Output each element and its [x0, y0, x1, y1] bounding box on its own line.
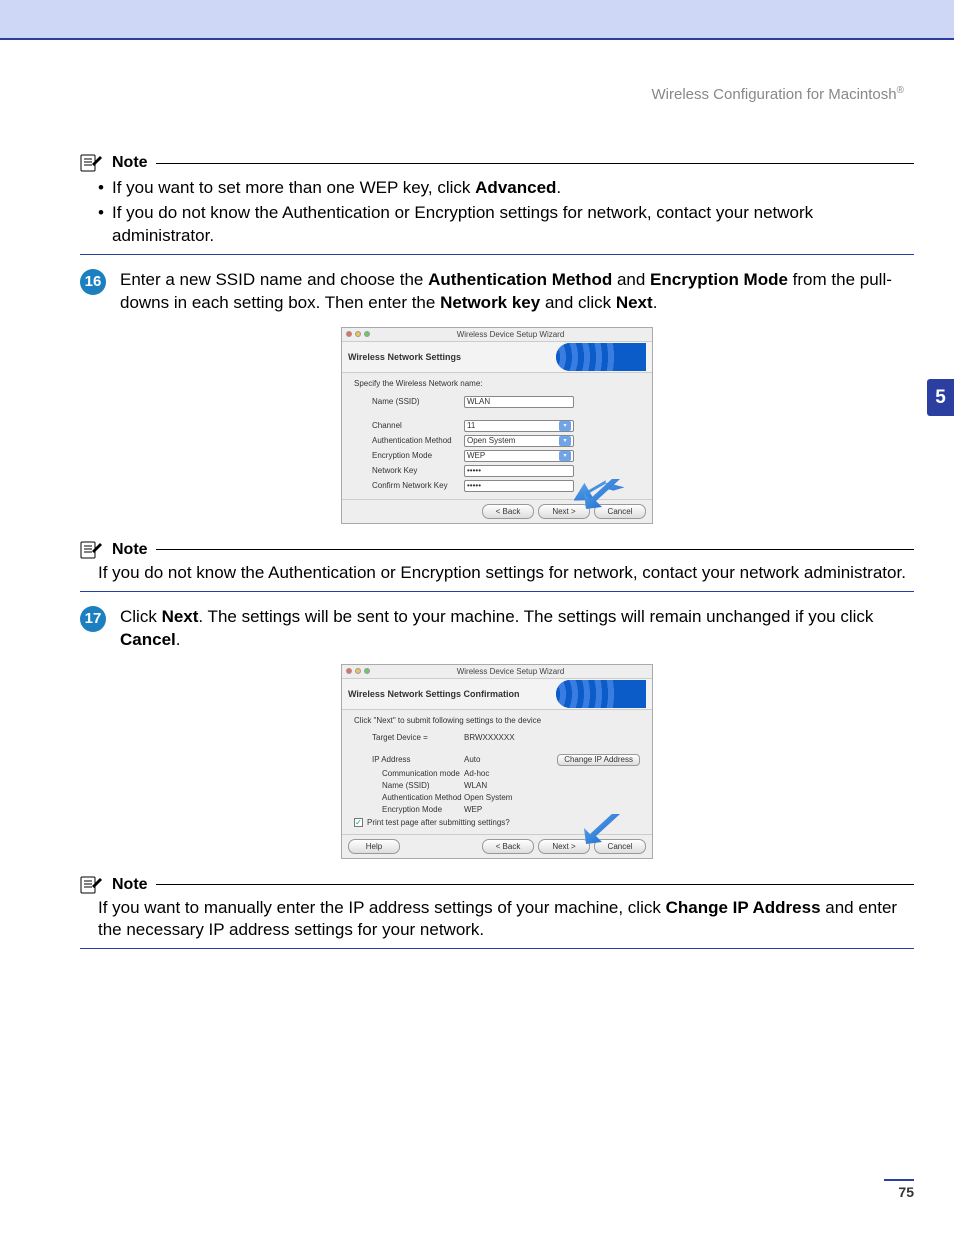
- wizard-heading: Wireless Network Settings Confirmation: [348, 689, 519, 699]
- chevron-down-icon: ▾: [559, 451, 571, 461]
- wizard-confirmation-dialog: Wireless Device Setup Wizard Wireless Ne…: [341, 664, 653, 859]
- target-label: Target Device =: [354, 733, 464, 742]
- auth-value: Open System: [464, 793, 512, 802]
- zoom-icon[interactable]: [364, 331, 370, 337]
- change-ip-button[interactable]: Change IP Address: [557, 754, 640, 766]
- wizard-title: Wireless Device Setup Wizard: [373, 667, 648, 676]
- wizard2-wrap: Wireless Device Setup Wizard Wireless Ne…: [80, 664, 914, 859]
- chapter-tab: 5: [927, 379, 954, 416]
- back-button[interactable]: < Back: [482, 839, 534, 854]
- wizard1-wrap: Wireless Device Setup Wizard Wireless Ne…: [80, 327, 914, 524]
- registered-mark: ®: [897, 85, 904, 96]
- wizard-titlebar: Wireless Device Setup Wizard: [342, 665, 652, 678]
- help-button[interactable]: Help: [348, 839, 400, 854]
- minimize-icon[interactable]: [355, 331, 361, 337]
- note-close-rule: [80, 948, 914, 949]
- step-16: 16 Enter a new SSID name and choose the …: [80, 269, 914, 315]
- channel-select[interactable]: 11▾: [464, 420, 574, 432]
- top-bar: [0, 0, 954, 40]
- auth-select[interactable]: Open System▾: [464, 435, 574, 447]
- enc-label: Encryption Mode: [354, 805, 464, 814]
- note-label: Note: [112, 541, 148, 559]
- step-16-text: Enter a new SSID name and choose the Aut…: [120, 269, 914, 315]
- ip-value: Auto: [464, 755, 534, 764]
- wizard-titlebar: Wireless Device Setup Wizard: [342, 328, 652, 341]
- note-icon: [80, 153, 104, 173]
- ssid-label: Name (SSID): [354, 397, 464, 406]
- chevron-down-icon: ▾: [559, 436, 571, 446]
- note-rule: [156, 549, 914, 550]
- wizard-heading: Wireless Network Settings: [348, 352, 461, 362]
- page-number: 75: [884, 1179, 914, 1200]
- close-icon[interactable]: [346, 668, 352, 674]
- note1-bullets: If you want to set more than one WEP key…: [80, 177, 914, 248]
- enc-value: WEP: [464, 805, 482, 814]
- step-17: 17 Click Next. The settings will be sent…: [80, 606, 914, 652]
- ckey-label: Confirm Network Key: [354, 481, 464, 490]
- ip-label: IP Address: [354, 755, 464, 764]
- key-input[interactable]: •••••: [464, 465, 574, 477]
- enc-select[interactable]: WEP▾: [464, 450, 574, 462]
- wizard-settings-dialog: Wireless Device Setup Wizard Wireless Ne…: [341, 327, 653, 524]
- wizard-header: Wireless Network Settings: [342, 341, 652, 373]
- note-close-rule: [80, 591, 914, 592]
- close-icon[interactable]: [346, 331, 352, 337]
- wizard-header: Wireless Network Settings Confirmation: [342, 678, 652, 710]
- note-rule: [156, 884, 914, 885]
- chevron-down-icon: ▾: [559, 421, 571, 431]
- print-test-checkbox[interactable]: ✓: [354, 818, 363, 827]
- step-17-badge: 17: [80, 606, 106, 632]
- note-label: Note: [112, 876, 148, 894]
- note-heading-row: Note: [80, 875, 914, 895]
- arrow-icon: [574, 479, 624, 509]
- note-heading-row: Note: [80, 540, 914, 560]
- target-value: BRWXXXXXX: [464, 733, 515, 742]
- note-icon: [80, 540, 104, 560]
- note1-bullet-2: If you do not know the Authentication or…: [98, 202, 914, 248]
- comm-value: Ad-hoc: [464, 769, 489, 778]
- page-header: Wireless Configuration for Macintosh®: [80, 85, 914, 103]
- back-button[interactable]: < Back: [482, 504, 534, 519]
- note-label: Note: [112, 154, 148, 172]
- note2-text: If you do not know the Authentication or…: [80, 562, 914, 585]
- page-content: Wireless Configuration for Macintosh® No…: [0, 40, 954, 949]
- note3-text: If you want to manually enter the IP add…: [80, 897, 914, 943]
- wireless-graphic: [556, 680, 646, 708]
- arrow-icon: [574, 814, 624, 844]
- wizard-instruction: Click "Next" to submit following setting…: [354, 716, 640, 725]
- step-16-badge: 16: [80, 269, 106, 295]
- wizard-instruction: Specify the Wireless Network name:: [354, 379, 640, 388]
- note1-bullet-1: If you want to set more than one WEP key…: [98, 177, 914, 200]
- header-text: Wireless Configuration for Macintosh: [652, 86, 897, 103]
- zoom-icon[interactable]: [364, 668, 370, 674]
- key-label: Network Key: [354, 466, 464, 475]
- note-close-rule: [80, 254, 914, 255]
- ssid-label: Name (SSID): [354, 781, 464, 790]
- minimize-icon[interactable]: [355, 668, 361, 674]
- comm-label: Communication mode: [354, 769, 464, 778]
- wizard-title: Wireless Device Setup Wizard: [373, 330, 648, 339]
- ckey-input[interactable]: •••••: [464, 480, 574, 492]
- note-icon: [80, 875, 104, 895]
- auth-label: Authentication Method: [354, 793, 464, 802]
- note-rule: [156, 163, 914, 164]
- print-test-label: Print test page after submitting setting…: [367, 818, 510, 827]
- enc-label: Encryption Mode: [354, 451, 464, 460]
- auth-label: Authentication Method: [354, 436, 464, 445]
- step-17-text: Click Next. The settings will be sent to…: [120, 606, 914, 652]
- channel-label: Channel: [354, 421, 464, 430]
- note-heading-row: Note: [80, 153, 914, 173]
- wireless-graphic: [556, 343, 646, 371]
- ssid-input[interactable]: WLAN: [464, 396, 574, 408]
- ssid-value: WLAN: [464, 781, 487, 790]
